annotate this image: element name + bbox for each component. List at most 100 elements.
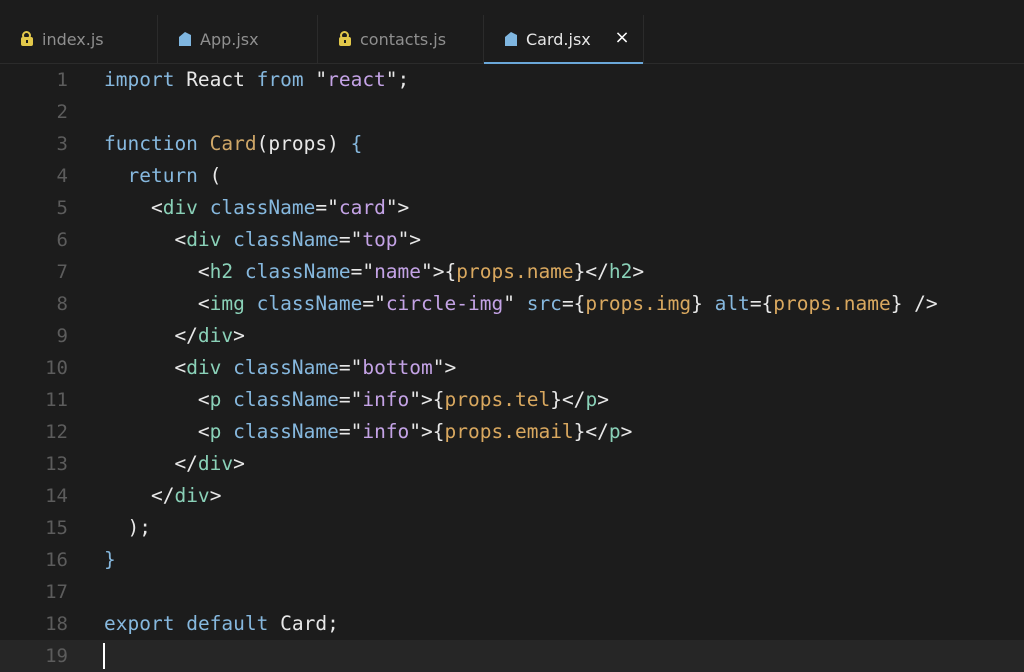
code-token: "; — [385, 68, 410, 91]
code-line[interactable]: </div> — [104, 448, 244, 480]
code-token: props.img — [585, 292, 692, 315]
code-token: </ — [104, 452, 198, 475]
line-number: 19 — [45, 645, 68, 667]
code-line[interactable]: export default Card; — [104, 608, 339, 640]
line-number: 10 — [45, 357, 68, 379]
code-token: p — [209, 420, 222, 443]
code-line[interactable]: <img className="circle-img" src={props.i… — [104, 288, 938, 320]
code-line[interactable]: return ( — [104, 160, 221, 192]
code-token: </ — [104, 484, 175, 507]
code-editor[interactable]: 1 2 3 4 5 6 7 8 9 10 11 12 13 14 15 16 17 18 19 import Reac… — [0, 64, 1024, 672]
code-token: > — [620, 420, 633, 443]
code-token: } — [104, 548, 116, 571]
code-token: top — [362, 228, 398, 251]
code-token: p — [608, 420, 621, 443]
tab-contacts-js[interactable]: contacts.js — [318, 15, 484, 63]
code-token: className — [244, 260, 351, 283]
code-token: info — [362, 388, 410, 411]
code-token: h2 — [608, 260, 633, 283]
code-token: info — [362, 420, 410, 443]
code-token: div — [186, 356, 222, 379]
line-number: 13 — [45, 453, 68, 475]
code-token: circle-img — [385, 292, 504, 315]
code-token: "> — [385, 196, 410, 219]
code-token: </ — [104, 324, 198, 347]
code-token: p — [209, 388, 222, 411]
code-token: className — [256, 292, 363, 315]
line-number: 11 — [45, 389, 68, 411]
tab-card-jsx[interactable]: Card.jsx × — [484, 15, 644, 64]
code-token: div — [162, 196, 198, 219]
line-number: 18 — [45, 613, 68, 635]
code-line[interactable]: ); — [104, 512, 151, 544]
line-number: 9 — [56, 325, 68, 347]
code-token: }</ — [573, 420, 609, 443]
code-token: return — [127, 164, 198, 187]
code-token: < — [104, 292, 210, 315]
editor-tab-bar: index.js App.jsx contacts.js Card.jsx × — [0, 15, 1024, 64]
code-line[interactable]: </div> — [104, 480, 221, 512]
code-line[interactable]: <div className="top"> — [104, 224, 421, 256]
code-token: alt — [714, 292, 750, 315]
code-token: className — [233, 228, 339, 251]
code-token: div — [174, 484, 210, 507]
code-token: > — [632, 260, 645, 283]
tab-app-jsx[interactable]: App.jsx — [158, 15, 318, 63]
code-line[interactable]: </div> — [104, 320, 244, 352]
code-token: < — [104, 260, 210, 283]
code-token: bottom — [362, 356, 433, 379]
close-icon[interactable]: × — [613, 29, 631, 47]
code-token: } /> — [890, 292, 938, 315]
code-token: > — [209, 484, 222, 507]
code-token: import — [104, 68, 175, 91]
code-line[interactable]: <h2 className="name">{props.name}</h2> — [104, 256, 644, 288]
line-number: 5 — [56, 197, 68, 219]
title-strip — [0, 0, 1024, 15]
code-line[interactable]: } — [104, 544, 116, 576]
code-token: =" — [338, 356, 363, 379]
js-file-icon — [338, 31, 352, 47]
line-number: 7 — [56, 261, 68, 283]
tab-label: Card.jsx — [526, 29, 591, 49]
code-line[interactable]: function Card(props) { — [104, 128, 362, 160]
line-number: 8 — [56, 293, 68, 315]
js-file-icon — [20, 31, 34, 47]
text-cursor — [103, 643, 105, 669]
code-token: className — [233, 420, 339, 443]
code-line[interactable]: <div className="card"> — [104, 192, 409, 224]
code-token: =" — [362, 292, 386, 315]
code-token: < — [104, 228, 187, 251]
code-token: className — [209, 196, 316, 219]
line-number: 12 — [45, 421, 68, 443]
code-token: default — [186, 612, 269, 635]
code-line[interactable]: <div className="bottom"> — [104, 352, 456, 384]
code-token: React — [174, 68, 257, 91]
code-token: img — [209, 292, 245, 315]
code-token: ( — [197, 164, 222, 187]
code-token: }</ — [573, 260, 609, 283]
code-line[interactable]: <p className="info">{props.tel}</p> — [104, 384, 609, 416]
code-line[interactable]: <p className="info">{props.email}</p> — [104, 416, 633, 448]
code-line[interactable]: import React from "react"; — [104, 64, 409, 96]
code-token: < — [104, 356, 187, 379]
code-token: ={ — [749, 292, 774, 315]
code-token: " — [503, 292, 527, 315]
code-token: ">{ — [421, 260, 457, 283]
code-token: Card; — [268, 612, 339, 635]
code-token: props.tel — [444, 388, 551, 411]
code-token: div — [197, 452, 234, 475]
code-token: props.name — [773, 292, 891, 315]
code-token: ">{ — [409, 388, 445, 411]
code-token: { — [350, 132, 363, 155]
code-token: > — [597, 388, 609, 411]
tab-label: App.jsx — [200, 29, 259, 49]
code-token: props.name — [456, 260, 574, 283]
code-token: (props) — [256, 132, 351, 155]
code-token: p — [585, 388, 598, 411]
tab-index-js[interactable]: index.js — [0, 15, 158, 63]
code-token: props.email — [444, 420, 574, 443]
line-number: 3 — [56, 133, 68, 155]
